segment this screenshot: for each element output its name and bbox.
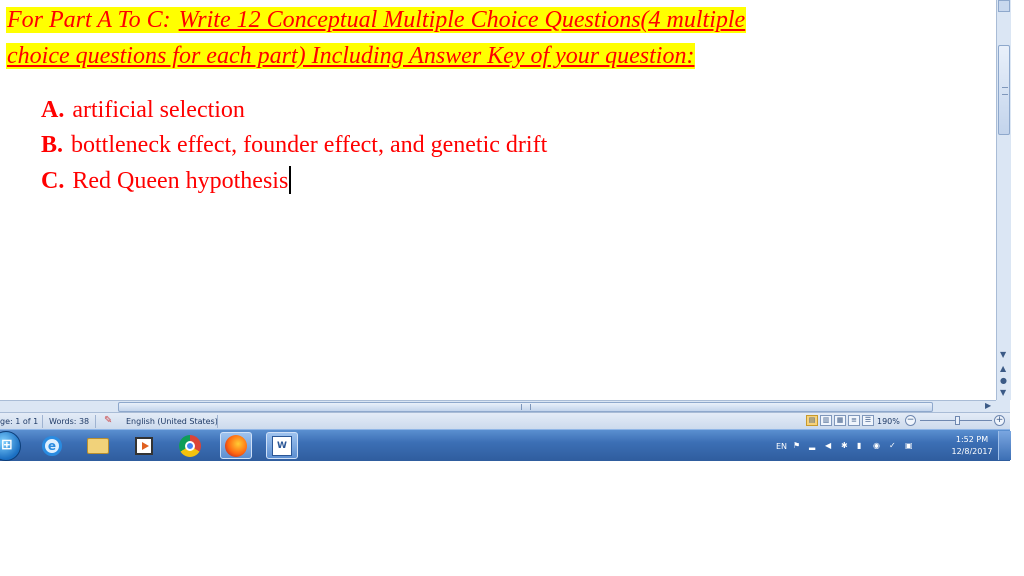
document-page[interactable]: For Part A To C: Write 12 Conceptual Mul…: [0, 0, 996, 400]
word-count[interactable]: Words: 38: [49, 417, 89, 426]
language-indicator[interactable]: English (United States): [126, 417, 218, 426]
list-letter: B.: [41, 132, 64, 158]
status-bar: ge: 1 of 1 Words: 38 ✎ English (United S…: [0, 412, 1010, 430]
heading-instruction-text-cont: choice questions for each part) Includin…: [6, 43, 696, 69]
word-button[interactable]: W: [266, 432, 298, 459]
windows-logo-icon: ⊞: [1, 437, 13, 453]
flag-icon[interactable]: ⚑: [793, 441, 803, 452]
scroll-up-button[interactable]: [998, 0, 1010, 12]
grip-icon: [1002, 87, 1008, 95]
media-player-button[interactable]: [128, 432, 160, 459]
taskbar: ⊞ e W EN ⚑ ▂ ◀ ✱ ▮ ◉ ✓ ▣ 1:52 PM 12/8/20…: [0, 429, 1011, 461]
list-item: A. artificial selection: [41, 95, 245, 125]
chrome-icon: [179, 434, 201, 457]
zoom-level[interactable]: 190%: [877, 417, 900, 426]
word-icon: W: [272, 435, 292, 456]
previous-page-icon[interactable]: ▲: [1000, 364, 1006, 373]
tray-app-icon[interactable]: ▣: [905, 441, 915, 452]
chrome-button[interactable]: [174, 432, 206, 459]
list-text: Red Queen hypothesis: [72, 168, 289, 194]
zoom-in-icon[interactable]: +: [994, 415, 1005, 426]
instruction-heading-line2: choice questions for each part) Includin…: [6, 41, 696, 71]
tray-app-icon[interactable]: ◉: [873, 441, 883, 452]
scrollbar-corner: [996, 400, 1010, 412]
clock-time: 1:52 PM: [955, 435, 989, 444]
file-explorer-button[interactable]: [82, 432, 114, 459]
view-buttons: ▤ ▥ ▦ ≡ ☰: [806, 415, 874, 426]
horizontal-scroll-thumb[interactable]: [118, 402, 933, 412]
list-text: bottleneck effect, founder effect, and g…: [71, 132, 548, 158]
draft-view-icon[interactable]: ☰: [862, 415, 874, 426]
scroll-down-icon[interactable]: ▼: [1000, 350, 1006, 359]
full-screen-reading-icon[interactable]: ▥: [820, 415, 832, 426]
list-item: C. Red Queen hypothesis: [41, 166, 292, 196]
page-count[interactable]: ge: 1 of 1: [0, 417, 38, 426]
language-bar[interactable]: EN: [776, 442, 787, 451]
show-desktop-button[interactable]: [998, 431, 1011, 460]
battery-icon[interactable]: ▮: [857, 441, 867, 452]
browse-object-icon[interactable]: ●: [1000, 376, 1007, 385]
clock[interactable]: 1:52 PM 12/8/2017: [946, 434, 998, 458]
status-divider: [42, 415, 43, 428]
grip-icon: [521, 404, 531, 410]
outline-view-icon[interactable]: ≡: [848, 415, 860, 426]
internet-explorer-icon: e: [42, 435, 62, 456]
system-tray: EN ⚑ ▂ ◀ ✱ ▮ ◉ ✓ ▣: [776, 434, 915, 458]
proofing-icon[interactable]: ✎: [104, 415, 112, 426]
heading-part-label: For Part A To C:: [6, 7, 178, 33]
media-player-icon: [135, 436, 153, 455]
start-button[interactable]: ⊞: [0, 431, 21, 461]
firefox-button[interactable]: [220, 432, 252, 459]
volume-icon[interactable]: ◀: [825, 441, 835, 452]
firefox-icon: [225, 434, 247, 457]
internet-explorer-button[interactable]: e: [36, 432, 68, 459]
clock-date: 12/8/2017: [951, 447, 993, 456]
print-layout-icon[interactable]: ▤: [806, 415, 818, 426]
vertical-scrollbar[interactable]: ▼ ▲ ● ▼: [996, 0, 1011, 400]
list-item: B. bottleneck effect, founder effect, and…: [41, 130, 547, 160]
list-text: artificial selection: [72, 97, 245, 123]
next-page-icon[interactable]: ▼: [1000, 388, 1006, 397]
scroll-right-icon[interactable]: ▶: [985, 401, 991, 410]
antivirus-icon[interactable]: ✓: [889, 441, 899, 452]
web-layout-icon[interactable]: ▦: [834, 415, 846, 426]
vertical-scroll-thumb[interactable]: [998, 45, 1010, 135]
tray-app-icon[interactable]: ✱: [841, 441, 851, 452]
status-divider: [95, 415, 96, 428]
heading-instruction-text: Write 12 Conceptual Multiple Choice Ques…: [177, 7, 747, 33]
zoom-slider-thumb[interactable]: [955, 416, 960, 425]
text-cursor: [289, 166, 292, 194]
network-icon[interactable]: ▂: [809, 441, 819, 452]
list-letter: A.: [41, 97, 65, 123]
status-divider: [217, 415, 218, 428]
zoom-out-icon[interactable]: −: [905, 415, 916, 426]
instruction-heading-line1: For Part A To C: Write 12 Conceptual Mul…: [6, 5, 747, 35]
folder-icon: [87, 437, 109, 454]
list-letter: C.: [41, 168, 65, 194]
